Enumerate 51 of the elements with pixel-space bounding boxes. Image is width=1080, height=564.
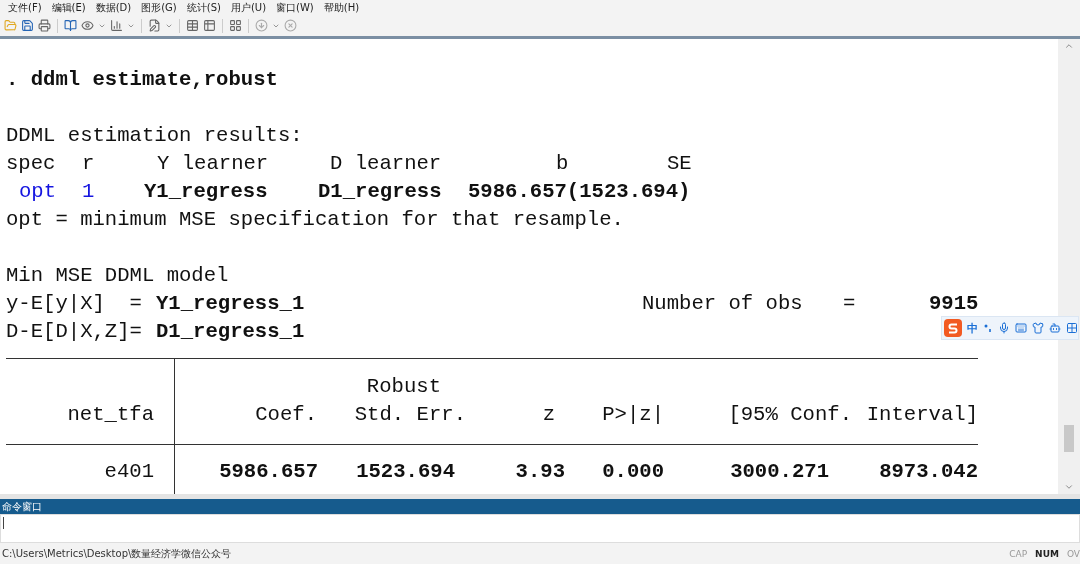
- y-learner-cell-text: Y1_regress: [144, 179, 269, 205]
- column-header: Std. Err.: [353, 402, 466, 428]
- menu-item[interactable]: 图形(G): [141, 0, 177, 15]
- column-header: SE: [667, 151, 693, 177]
- column-header: r: [82, 151, 96, 177]
- table-cell-text: 1523.694: [355, 459, 455, 485]
- table-cell-text: 0.000: [601, 459, 664, 485]
- note-text: opt = minimum MSE specification for that resample.: [6, 207, 624, 233]
- column-header: Y learner: [157, 151, 270, 177]
- working-directory: C:\Users\Metrics\Desktop\数量经济学微信公众号: [2, 546, 233, 561]
- spec-cell-text: opt: [18, 179, 58, 205]
- equals-sign: =: [843, 291, 856, 317]
- menu-item[interactable]: 帮助(H): [323, 0, 360, 15]
- command-window-title: 命令窗口: [0, 499, 1080, 514]
- status-indicator: CAP: [1009, 548, 1028, 559]
- command-text: . ddml estimate,robust: [6, 67, 278, 93]
- status-indicator: OV: [1066, 548, 1080, 559]
- row-label: e401: [104, 460, 154, 483]
- equation-label: y-E[y|X] =: [6, 291, 143, 317]
- column-header: z: [541, 402, 555, 428]
- r-cell-text: 1: [82, 179, 96, 205]
- column-header: [95% Conf.: [727, 402, 852, 428]
- column-header: net_tfa: [67, 403, 154, 426]
- equation-value: D1_regress_1: [156, 319, 305, 345]
- estimate-cell-text: 5986.657(1523.694): [468, 179, 691, 205]
- column-header: b: [556, 151, 570, 177]
- heading-text: DDML estimation results:: [6, 123, 303, 149]
- column-header: Robust: [365, 374, 442, 400]
- table-cell-text: 3000.271: [729, 459, 829, 485]
- column-header: Interval]: [865, 402, 978, 428]
- equation-value: Y1_regress_1: [156, 291, 306, 317]
- obs-label: Number of obs: [642, 291, 804, 317]
- obs-value: 9915: [927, 291, 979, 317]
- menu-item[interactable]: 统计(S): [186, 0, 221, 15]
- d-learner-cell-text: D1_regress: [318, 179, 443, 205]
- menu-item[interactable]: 编辑(E): [51, 0, 86, 15]
- menu-item[interactable]: 文件(F): [8, 0, 42, 15]
- table-cell-text: 5986.657: [218, 459, 318, 485]
- column-header: D learner: [330, 151, 443, 177]
- table-cell-text: 8973.042: [878, 459, 978, 485]
- model-title: Min MSE DDML model: [6, 263, 229, 289]
- menu-item[interactable]: 数据(D): [95, 0, 132, 15]
- table-cell-text: 3.93: [514, 459, 565, 485]
- menu-item[interactable]: 用户(U): [230, 0, 267, 15]
- ime-mode-toggle[interactable]: 中: [967, 320, 978, 336]
- column-header: P>|z|: [601, 402, 664, 428]
- equation-label: D-E[D|X,Z]=: [6, 319, 143, 345]
- column-header: Coef.: [254, 402, 317, 428]
- menu-item[interactable]: 窗口(W): [276, 0, 314, 15]
- status-indicator: NUM: [1035, 548, 1059, 559]
- column-header: spec: [6, 151, 57, 177]
